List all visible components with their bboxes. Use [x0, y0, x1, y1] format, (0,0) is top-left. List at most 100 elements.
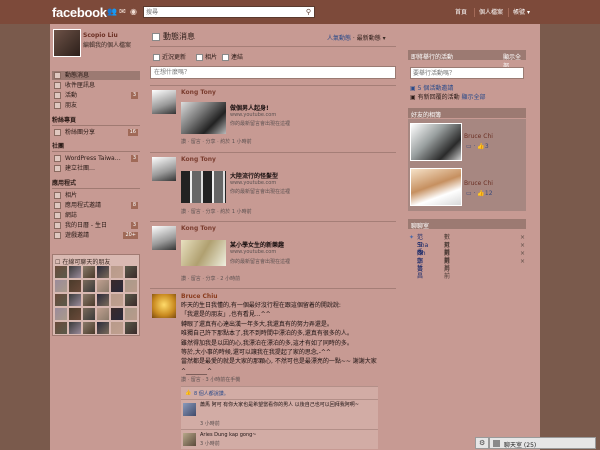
online-friends-header[interactable]: ☐ 在線可聊天的朋友 [55, 257, 110, 266]
create-event-input[interactable] [410, 67, 524, 79]
chat-dock-button[interactable]: 聊天室 (25) [489, 437, 596, 449]
commenter-avatar[interactable] [183, 403, 196, 416]
composer-tab-link[interactable]: 連結 [222, 54, 243, 62]
sidebar-item-fanpage[interactable]: 粉絲團分享 16 [52, 128, 140, 137]
feed-sort-options: 人氣動態 · 最新動態 ▾ [327, 35, 386, 42]
story-actions[interactable]: 讚 · 留言 · 3 小時前在手機 [181, 376, 240, 383]
online-friend-avatar[interactable] [69, 294, 81, 306]
link-title[interactable]: 大陸流行的怪髮型 [230, 171, 278, 180]
online-friend-avatar[interactable] [97, 308, 109, 320]
nav-home-link[interactable]: 首頁 [455, 9, 467, 16]
video-thumbnail[interactable] [181, 102, 226, 134]
sidebar-item-group-wordpress[interactable]: WordPress Taiwa… 3 [52, 154, 140, 163]
story-actions[interactable]: 讚 · 留言 · 分享 · 約於 1 小時前 [181, 208, 252, 215]
online-friend-avatar[interactable] [69, 308, 81, 320]
sidebar-item-photos[interactable]: 相片 [52, 191, 140, 200]
sidebar-item-create-group[interactable]: 建立社團… [52, 164, 140, 173]
online-friend-avatar[interactable] [83, 266, 95, 278]
online-friend-avatar[interactable] [69, 266, 81, 278]
online-friend-avatar[interactable] [111, 308, 123, 320]
sidebar-item-game-requests[interactable]: 遊戲邀請 20+ [52, 231, 140, 240]
online-friend-avatar[interactable] [97, 322, 109, 334]
online-friend-avatar[interactable] [97, 266, 109, 278]
close-icon[interactable]: × [520, 242, 525, 250]
sidebar-item-notes[interactable]: 網誌 [52, 211, 140, 220]
sidebar-item-messages[interactable]: 收件匣訊息 [52, 81, 140, 90]
author-name[interactable]: Kong Tony [181, 156, 216, 163]
online-friend-avatar[interactable] [83, 280, 95, 292]
event-replies-link[interactable]: ▣ 有新回覆的活動 顯示全部 [410, 92, 486, 101]
close-icon[interactable]: × [520, 258, 525, 266]
search-input[interactable] [146, 8, 296, 17]
online-friend-avatar[interactable] [125, 294, 137, 306]
status-input[interactable] [150, 66, 396, 79]
edit-profile-link[interactable]: 編輯我的個人檔案 [83, 40, 131, 49]
online-friend-avatar[interactable] [55, 266, 67, 278]
author-name[interactable]: Bruce Chiu [181, 293, 218, 300]
sidebar-item-friends[interactable]: 朋友 [52, 101, 140, 110]
close-icon[interactable]: × [520, 234, 525, 242]
online-friend-avatar[interactable] [97, 294, 109, 306]
event-show-all-link[interactable]: 顯示全部 [462, 94, 486, 101]
author-avatar[interactable] [152, 294, 176, 318]
profile-avatar[interactable] [53, 29, 81, 57]
profile-name[interactable]: Scopio Liu [83, 32, 118, 39]
online-friend-avatar[interactable] [97, 280, 109, 292]
online-friend-avatar[interactable] [83, 294, 95, 306]
story-actions[interactable]: 讚 · 留言 · 分享 · 約於 1 小時前 [181, 138, 252, 145]
online-friend-avatar[interactable] [125, 322, 137, 334]
sidebar-item-events[interactable]: 活動 3 [52, 91, 140, 100]
count-badge: 20+ [123, 232, 138, 239]
sidebar-item-news-feed[interactable]: 動態消息 [52, 71, 140, 80]
author-name[interactable]: Kong Tony [181, 225, 216, 232]
sort-top-link[interactable]: 人氣動態 [327, 35, 351, 42]
author-avatar[interactable] [152, 226, 176, 250]
friend-requests-icon[interactable]: 👥 [107, 8, 117, 16]
event-invites-link[interactable]: ▣ 5 個活動邀請 [410, 83, 453, 92]
sidebar-item-birthdays[interactable]: 我的日曆 - 生日 3 [52, 221, 140, 230]
composer-tab-photo[interactable]: 相片 [196, 54, 217, 62]
video-thumbnail[interactable] [181, 240, 226, 266]
link-title[interactable]: 某小學女生的新樂趣 [230, 240, 284, 249]
album-cover[interactable] [410, 168, 462, 206]
link-title[interactable]: 做個男人起身! [230, 103, 269, 112]
video-thumbnail[interactable] [181, 171, 226, 203]
album-owner-name[interactable]: Bruce Chi [464, 180, 493, 187]
online-friend-avatar[interactable] [55, 294, 67, 306]
online-friend-avatar[interactable] [55, 322, 67, 334]
author-avatar[interactable] [152, 90, 176, 114]
search-box[interactable]: ⚲ [143, 6, 315, 18]
notifications-icon[interactable]: ◉ [129, 8, 138, 16]
author-avatar[interactable] [152, 157, 176, 181]
sort-recent-link[interactable]: 最新動態 [357, 35, 381, 42]
online-friend-avatar[interactable] [125, 266, 137, 278]
nav-account-link[interactable]: 帳號 ▾ [513, 9, 530, 16]
album-owner-name[interactable]: Bruce Chi [464, 133, 493, 140]
story-actions[interactable]: 讚 · 留言 · 分享 · 2 小時前 [181, 275, 240, 282]
author-name[interactable]: Kong Tony [181, 89, 216, 96]
messages-icon[interactable]: ✉ [118, 8, 127, 16]
nav-profile-link[interactable]: 個人檔案 [479, 9, 503, 16]
online-friend-avatar[interactable] [69, 322, 81, 334]
composer-tab-status[interactable]: 近況更新 [153, 54, 186, 62]
sidebar-item-app-requests[interactable]: 應用程式邀請 8 [52, 201, 140, 210]
search-icon[interactable]: ⚲ [306, 8, 311, 17]
online-friend-avatar[interactable] [55, 308, 67, 320]
chat-options-button[interactable]: ⚙ [475, 437, 489, 449]
online-friend-avatar[interactable] [111, 294, 123, 306]
online-friend-avatar[interactable] [83, 308, 95, 320]
commenter-avatar[interactable] [183, 433, 196, 446]
facebook-logo[interactable]: facebook [52, 5, 107, 20]
likes-text[interactable]: 8 個人都說讚。 [194, 390, 229, 397]
online-friend-avatar[interactable] [111, 322, 123, 334]
close-icon[interactable]: × [520, 250, 525, 258]
count-badge: 3 [130, 155, 138, 162]
album-cover[interactable] [410, 123, 462, 161]
online-friend-avatar[interactable] [55, 280, 67, 292]
online-friend-avatar[interactable] [125, 280, 137, 292]
online-friend-avatar[interactable] [69, 280, 81, 292]
online-friend-avatar[interactable] [83, 322, 95, 334]
online-friend-avatar[interactable] [125, 308, 137, 320]
online-friend-avatar[interactable] [111, 280, 123, 292]
online-friend-avatar[interactable] [111, 266, 123, 278]
